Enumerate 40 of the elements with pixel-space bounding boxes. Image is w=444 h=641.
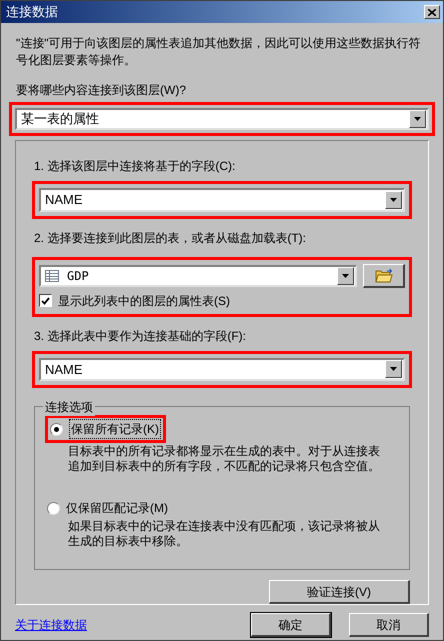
close-button[interactable] [424,5,440,19]
dialog-button[interactable]: 确定 [251,613,331,637]
dropdown-button[interactable] [385,360,402,378]
dropdown-value: NAME [45,360,84,378]
dropdown-field[interactable]: NAME [39,188,405,212]
radio-button[interactable] [47,502,60,514]
dropdown-field[interactable]: NAME [39,358,405,381]
help-link[interactable]: 关于连接数据 [15,616,251,634]
dropdown-field[interactable]: GDP [39,264,357,286]
radio-label: 仅保留匹配记录(M) [66,500,168,517]
window-title: 连接数据 [5,3,58,22]
caret-down-icon [342,274,349,278]
caret-down-icon [414,117,421,121]
close-icon [428,8,436,16]
step-label: 2. 选择要连接到此图层的表，或者从磁盘加载表(T): [33,230,307,246]
caret-down-icon [390,198,397,202]
option-description: 如果目标表中的记录在连接表中没有匹配项，该记录将被从生成的目标表中移除。 [67,519,381,549]
dropdown-value: GDP [67,268,90,284]
step-label: 3. 选择此表中要作为连接基础的字段(F): [33,328,247,344]
dropdown-button[interactable] [409,110,426,128]
group-title: 连接选项 [43,398,95,416]
radio-button[interactable] [50,422,63,436]
dropdown-button[interactable] [385,190,402,209]
content-label: 要将哪些内容连接到该图层(W)? [15,82,187,99]
checkbox[interactable] [39,294,52,307]
intro-text: "连接"可用于向该图层的属性表追加其他数据，因此可以使用这些数据执行符号化图层要素等操作。 [15,35,422,69]
dropdown-button[interactable] [337,266,354,284]
dropdown-field[interactable]: 某一表的属性 [15,108,429,130]
option-description: 目标表中的所有记录都将显示在生成的表中。对于从连接表追加到目标表中的所有字段，不匹配的记录将只包含空值。 [67,444,381,474]
validate-button[interactable]: 验证连接(V) [269,580,410,604]
dropdown-value: 某一表的属性 [21,110,100,128]
checkbox-label: 显示此列表中的图层的属性表(S) [58,292,230,310]
step-label: 1. 选择该图层中连接将基于的字段(C): [33,158,236,175]
dialog-button[interactable]: 取消 [349,613,429,637]
table-icon [45,270,59,282]
open-folder-button[interactable] [363,264,405,288]
folder-icon [374,268,392,282]
radio-label: 保留所有记录(K) [69,419,161,439]
dropdown-value: NAME [45,191,84,209]
caret-down-icon [390,367,397,372]
